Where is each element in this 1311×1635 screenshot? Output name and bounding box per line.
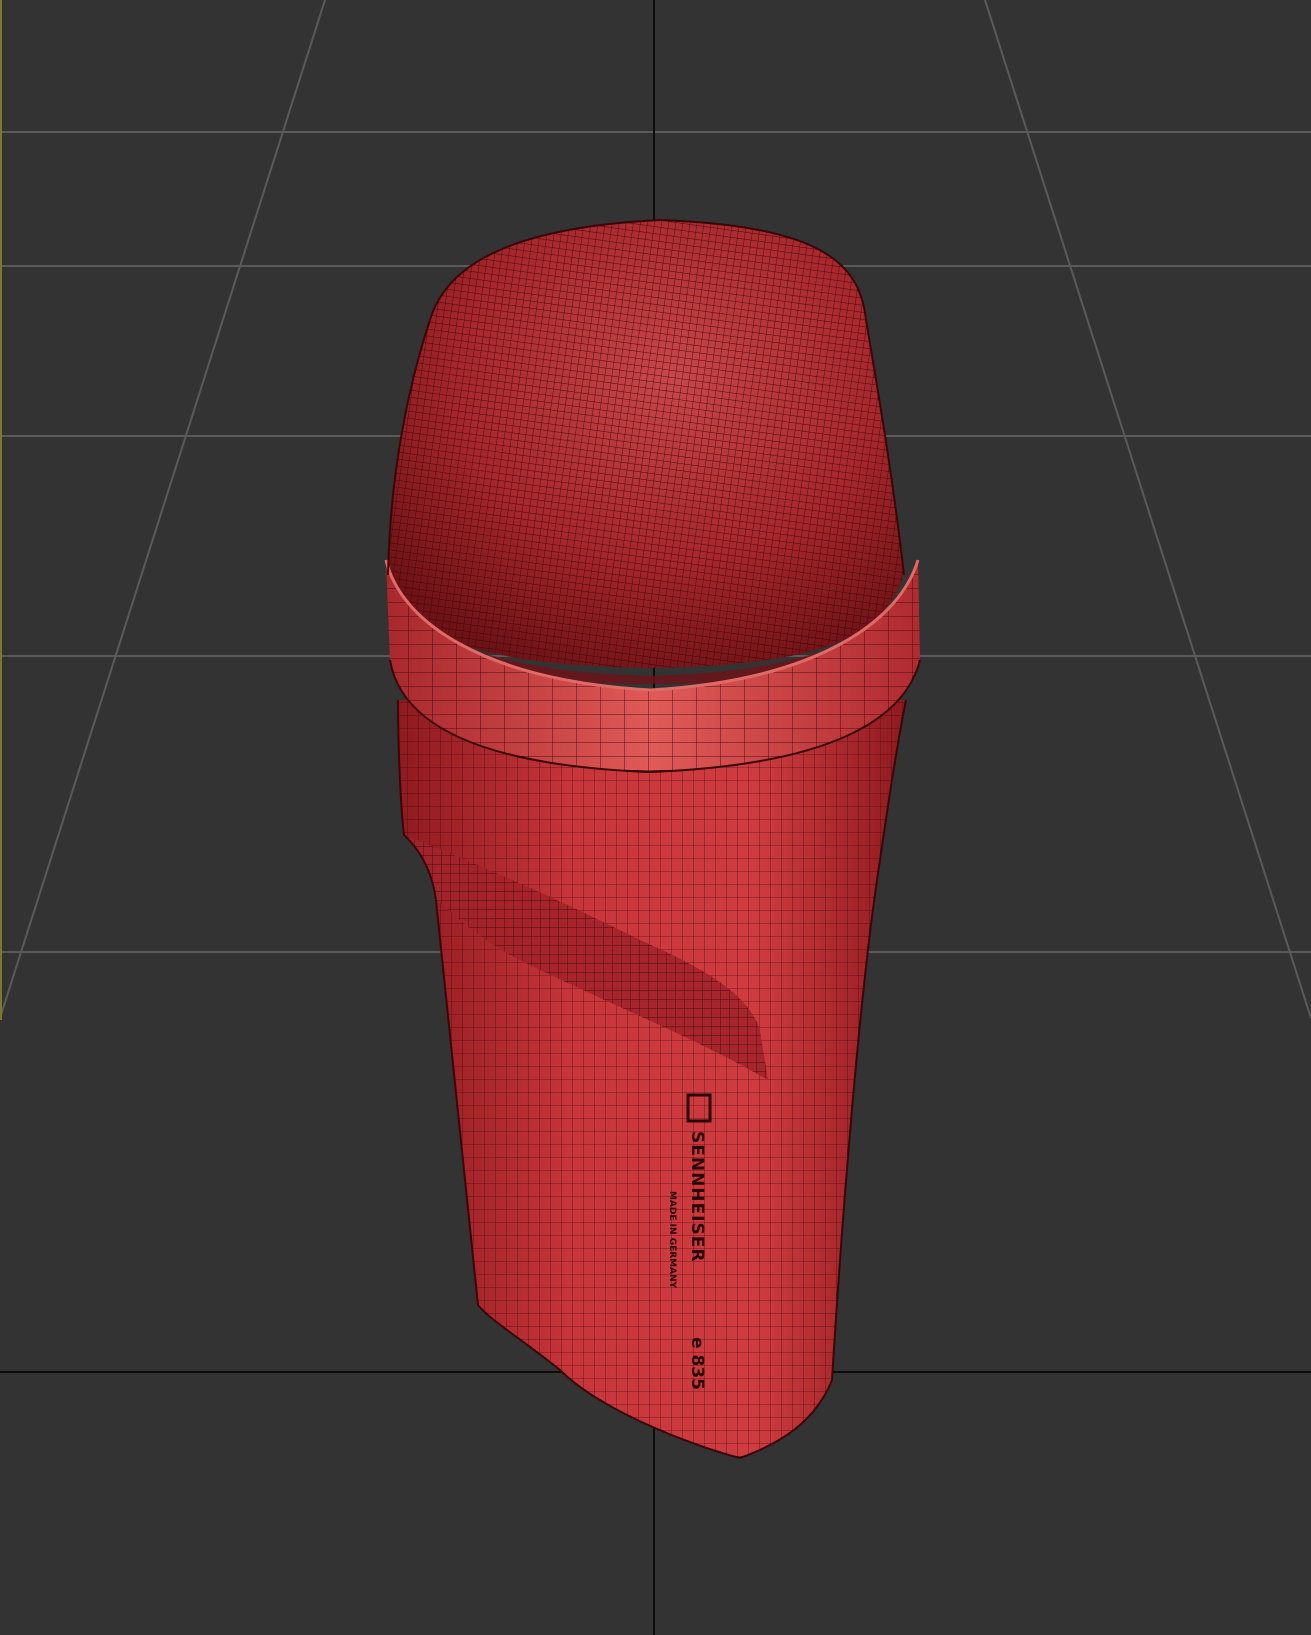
microphone-model: SENNHEISER MADE IN GERMANY e 835 [384, 218, 921, 1460]
handle-mesh [398, 700, 906, 1458]
grid-line [984, 0, 1311, 1019]
grille-dome-mesh [388, 220, 904, 668]
model-code-text: e 835 [687, 1337, 707, 1390]
brand-text: SENNHEISER [687, 1131, 707, 1262]
3d-viewport[interactable]: SENNHEISER MADE IN GERMANY e 835 [0, 0, 1311, 1635]
grid-line [0, 0, 326, 1019]
brand-subline: MADE IN GERMANY [667, 1191, 677, 1289]
